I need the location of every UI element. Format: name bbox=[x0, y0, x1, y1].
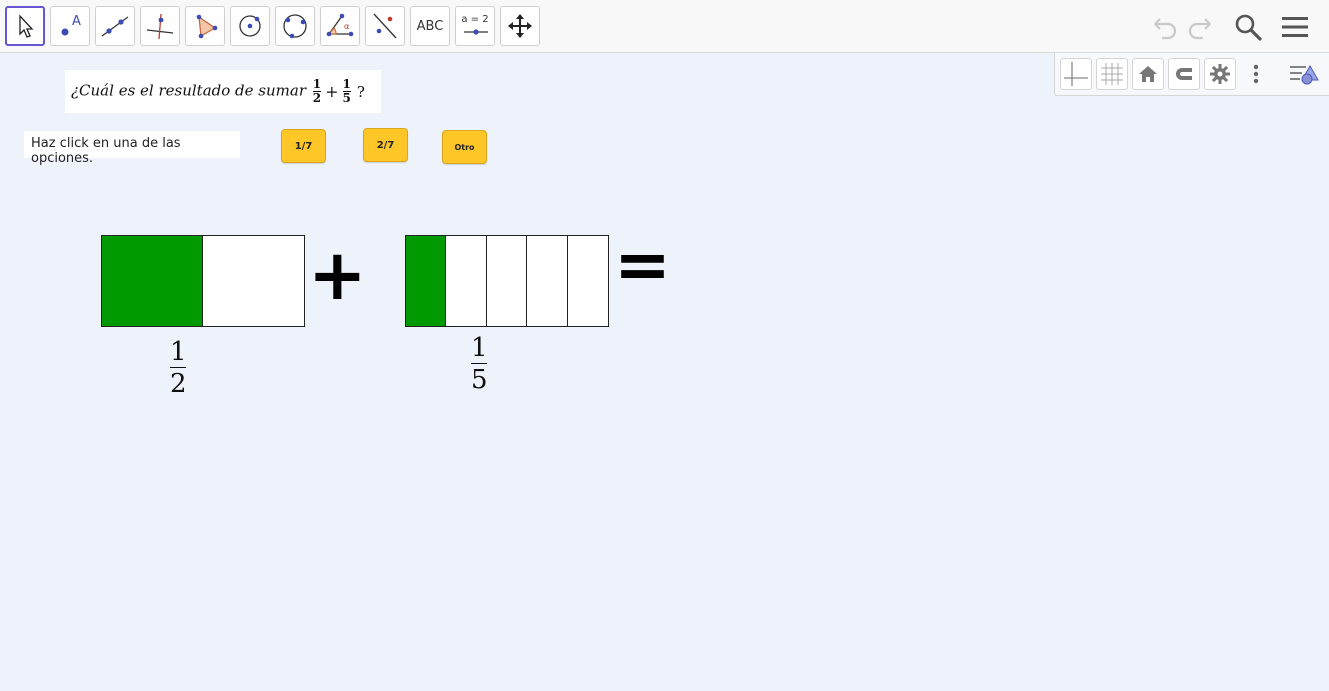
fraction-bar-half-cell-empty bbox=[203, 236, 304, 326]
circle-three-points-tool-button[interactable] bbox=[275, 6, 315, 46]
question-frac1-numerator: 1 bbox=[312, 77, 322, 91]
fraction-label-half: 1 2 bbox=[170, 338, 187, 398]
main-menu-button[interactable] bbox=[1278, 10, 1312, 44]
redo-button[interactable] bbox=[1184, 10, 1218, 44]
text-tool-button[interactable]: ABC bbox=[410, 6, 450, 46]
fraction-bar-fifth-cell-filled bbox=[406, 236, 447, 326]
home-icon bbox=[1139, 66, 1157, 82]
point-icon: A bbox=[61, 14, 81, 36]
equals-sign: = bbox=[614, 226, 671, 305]
fraction-bar-half bbox=[101, 235, 305, 327]
fraction-bar-fifth-cell-empty bbox=[446, 236, 487, 326]
graphics-style-bar bbox=[1054, 53, 1329, 96]
question-plus: + bbox=[325, 82, 339, 101]
undo-icon bbox=[1154, 18, 1177, 40]
fraction-bar-fifth-cell-empty bbox=[568, 236, 608, 326]
polygon-tool-button[interactable] bbox=[185, 6, 225, 46]
line-tool-button[interactable] bbox=[95, 6, 135, 46]
polygon-icon bbox=[196, 14, 218, 39]
fraction-bar-half-cell-filled bbox=[102, 236, 203, 326]
fraction-bar-fifth-cell-empty bbox=[487, 236, 528, 326]
question-frac2-numerator: 1 bbox=[342, 77, 351, 91]
undo-button[interactable] bbox=[1147, 10, 1181, 44]
search-button[interactable] bbox=[1231, 10, 1265, 44]
fraction-label-half-numerator: 1 bbox=[170, 337, 187, 367]
point-tool-button[interactable]: A bbox=[50, 6, 90, 46]
toggle-axes-button[interactable] bbox=[1060, 58, 1092, 90]
reflect-tool-button[interactable] bbox=[365, 6, 405, 46]
text-tool-label: ABC bbox=[416, 18, 444, 34]
redo-icon bbox=[1188, 18, 1211, 40]
plus-sign: + bbox=[308, 234, 367, 316]
question-box: ¿Cuál es el resultado de sumar 1 2 +1 5? bbox=[65, 70, 381, 113]
angle-icon: α bbox=[326, 13, 354, 37]
axes-icon bbox=[1064, 62, 1088, 86]
fraction-label-half-denominator: 2 bbox=[170, 369, 187, 399]
instruction-text: Haz click en una de las opciones. bbox=[24, 131, 240, 166]
question-prefix: ¿Cuál es el resultado de sumar bbox=[71, 81, 306, 100]
standard-view-button[interactable] bbox=[1132, 58, 1164, 90]
option-button-otro[interactable]: Otro bbox=[442, 130, 487, 164]
slider-tool-button[interactable]: a = 2 bbox=[455, 6, 495, 46]
magnet-icon bbox=[1176, 68, 1192, 80]
graphics-settings-button[interactable] bbox=[1204, 58, 1236, 90]
gear-icon bbox=[1210, 64, 1230, 84]
svg-text:α: α bbox=[344, 22, 349, 31]
perpendicular-line-icon bbox=[146, 13, 174, 40]
circle-tool-button[interactable] bbox=[230, 6, 270, 46]
fraction-label-fifth-denominator: 5 bbox=[471, 365, 488, 395]
toolbar: A α ABC a = 2 bbox=[0, 0, 1329, 53]
reflect-line-icon bbox=[373, 13, 397, 39]
question-fraction-2: 15 bbox=[343, 78, 351, 105]
angle-tool-button[interactable]: α bbox=[320, 6, 360, 46]
option-button-2-7[interactable]: 2/7 bbox=[363, 128, 408, 162]
hamburger-menu-icon bbox=[1282, 17, 1308, 37]
question-suffix: ? bbox=[356, 82, 365, 101]
question-frac1-denominator: 2 bbox=[312, 91, 322, 105]
cursor-arrow-icon bbox=[19, 14, 34, 38]
toggle-grid-button[interactable] bbox=[1096, 58, 1128, 90]
circle-three-points-icon bbox=[283, 14, 307, 39]
perpendicular-tool-button[interactable] bbox=[140, 6, 180, 46]
toggle-style-bar-button[interactable] bbox=[1288, 58, 1320, 90]
option-button-1-7[interactable]: 1/7 bbox=[281, 129, 326, 163]
move-view-tool-button[interactable] bbox=[500, 6, 540, 46]
move-arrows-icon bbox=[508, 14, 532, 38]
circle-center-point-icon bbox=[239, 15, 261, 37]
question-text: ¿Cuál es el resultado de sumar 1 2 +1 5? bbox=[71, 78, 365, 105]
grid-icon bbox=[1101, 63, 1123, 85]
fraction-bar-fifth bbox=[405, 235, 609, 327]
search-icon bbox=[1235, 14, 1262, 41]
move-tool-button[interactable] bbox=[5, 6, 45, 46]
fraction-label-fifth: 1 5 bbox=[471, 334, 488, 394]
more-options-button[interactable] bbox=[1240, 58, 1272, 90]
fraction-label-fifth-numerator: 1 bbox=[471, 333, 488, 363]
slider-icon bbox=[464, 29, 488, 35]
svg-text:A: A bbox=[72, 14, 81, 29]
question-frac2-denominator: 5 bbox=[342, 91, 351, 105]
fraction-bar-fifth-cell-empty bbox=[527, 236, 568, 326]
point-capturing-button[interactable] bbox=[1168, 58, 1200, 90]
style-bar-toggle-icon bbox=[1290, 64, 1319, 85]
more-vertical-icon bbox=[1253, 64, 1259, 84]
line-through-points-icon bbox=[101, 16, 129, 37]
question-fraction-1: 12 bbox=[313, 78, 321, 105]
